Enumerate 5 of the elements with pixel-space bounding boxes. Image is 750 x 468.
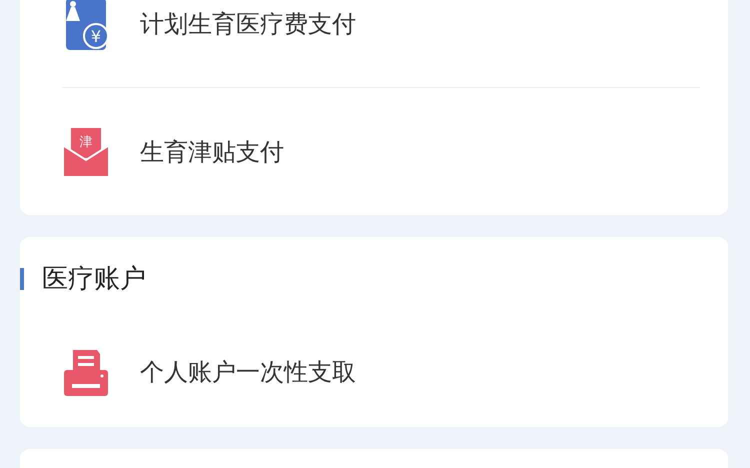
menu-item-link[interactable]: 生育津贴支付 xyxy=(140,134,284,170)
section-marker xyxy=(20,268,24,290)
menu-item-link[interactable]: 计划生育医疗费支付 xyxy=(140,6,356,42)
section-title: 医疗账户 xyxy=(42,262,146,296)
menu-item-link[interactable]: 个人账户一次性支取 xyxy=(140,354,356,390)
